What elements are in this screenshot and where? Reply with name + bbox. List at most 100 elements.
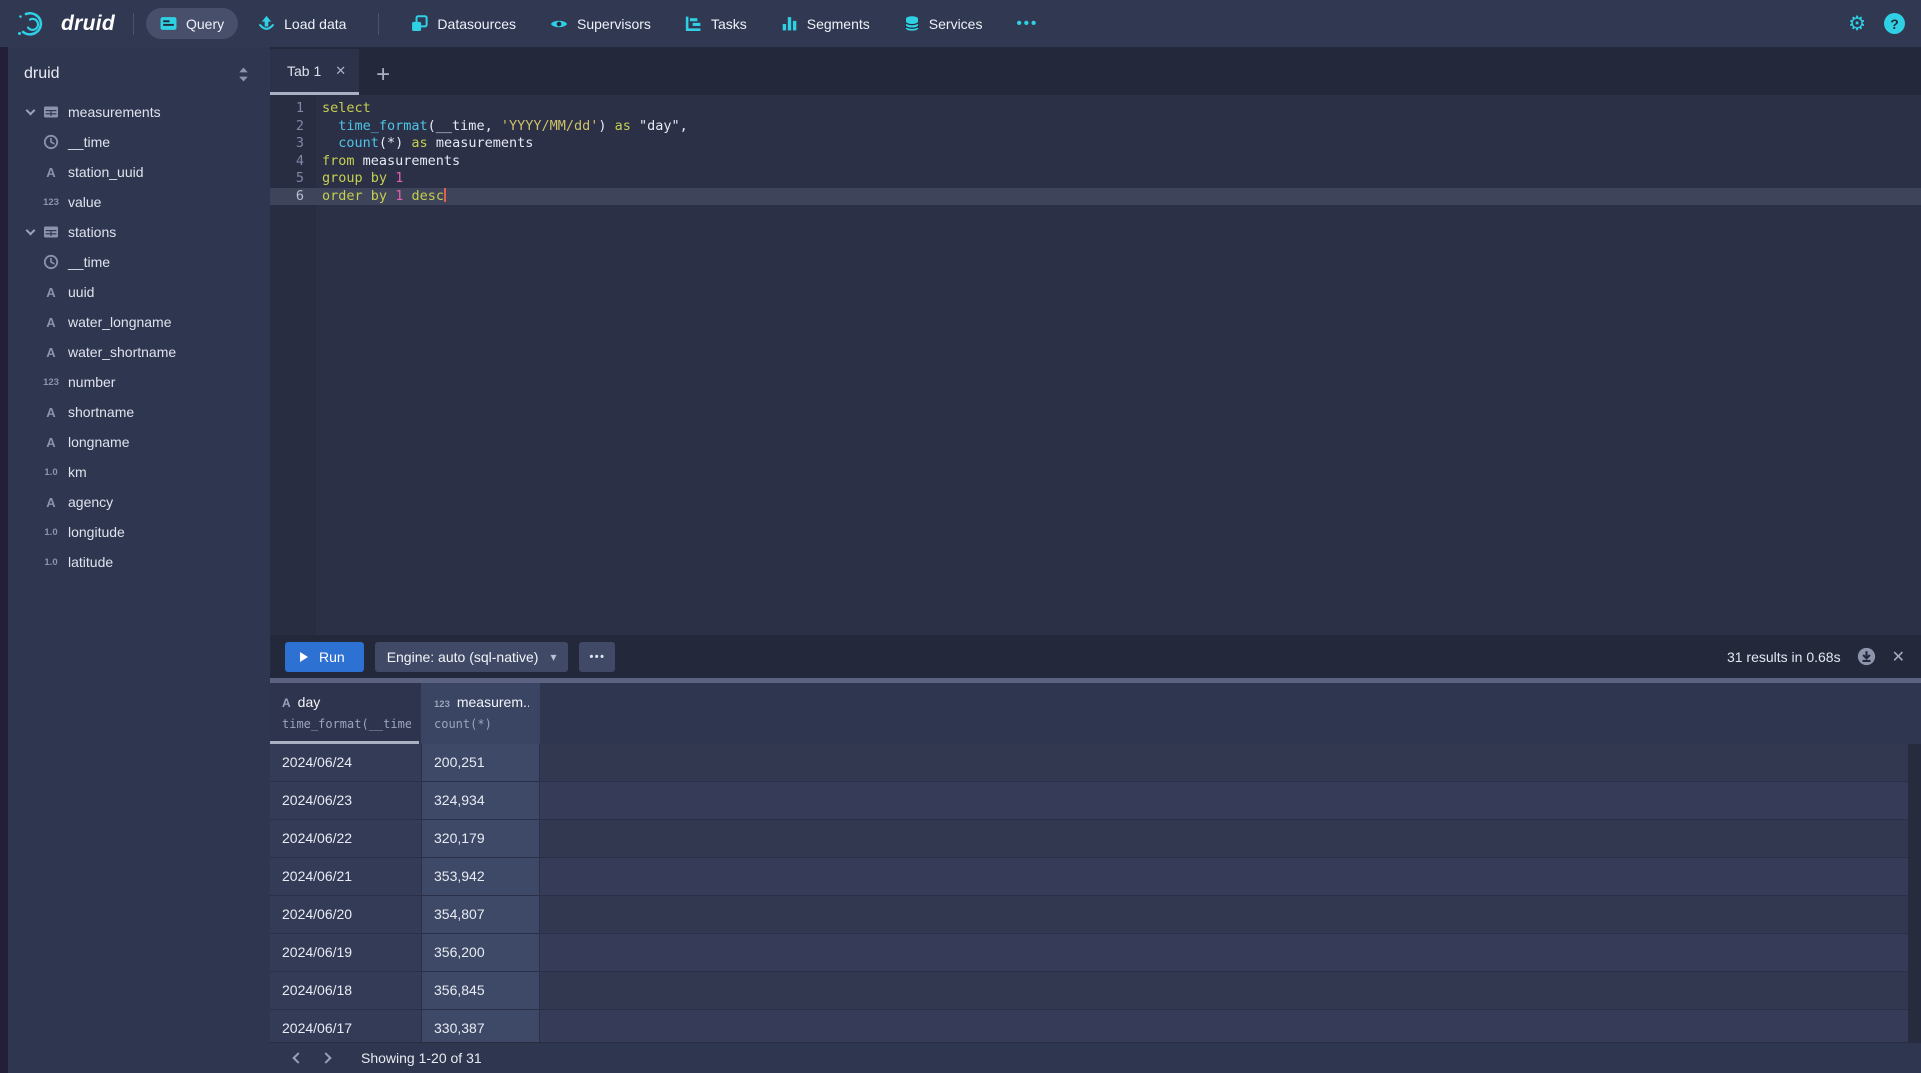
column-name: day — [298, 694, 321, 710]
nav-item-label: Load data — [284, 16, 346, 32]
tree-column-value[interactable]: 123value — [8, 187, 270, 217]
top-navbar: druid Query Load data Datasources Superviso… — [0, 0, 1921, 47]
line-number: 1 — [270, 100, 316, 118]
line-text: group by 1 — [316, 170, 403, 188]
cell-measurements[interactable]: 320,179 — [422, 820, 540, 857]
load-data-icon — [258, 15, 275, 32]
engine-select[interactable]: Engine: auto (sql-native) ▾ — [375, 642, 569, 672]
query-tab[interactable]: Tab 1 ✕ — [270, 49, 359, 95]
nav-menu: Query Load data Datasources Supervisors Task… — [146, 8, 1052, 40]
float-type-icon: 1.0 — [39, 467, 63, 478]
column-header-2[interactable]: 123measurem...count(*) — [422, 683, 540, 744]
download-results-icon[interactable] — [1857, 647, 1876, 666]
druid-logo[interactable]: druid — [16, 10, 115, 38]
nav-item-datasources[interactable]: Datasources — [397, 8, 530, 39]
row-filler — [540, 1010, 1921, 1042]
editor-line-1: 1select — [270, 100, 1921, 118]
results-rows: 2024/06/24200,2512024/06/23324,9342024/0… — [270, 744, 1921, 1042]
string-type-icon: A — [39, 315, 63, 330]
tree-item-label: uuid — [68, 284, 94, 300]
caret-down-icon: ▾ — [550, 650, 556, 664]
run-button[interactable]: Run — [285, 642, 364, 672]
query-workbench: Tab 1 ✕ + 1select2 time_format(__time, '… — [270, 47, 1921, 1073]
cell-measurements[interactable]: 354,807 — [422, 896, 540, 933]
results-scrollbar-track[interactable] — [1908, 744, 1921, 1042]
cell-day[interactable]: 2024/06/20 — [270, 896, 422, 933]
tree-column-number[interactable]: 123number — [8, 367, 270, 397]
cell-measurements[interactable]: 324,934 — [422, 782, 540, 819]
tree-column---time[interactable]: __time — [8, 247, 270, 277]
help-icon[interactable]: ? — [1884, 13, 1905, 34]
close-results-icon[interactable]: ✕ — [1892, 647, 1905, 667]
chevron-down-icon — [21, 110, 39, 114]
cell-measurements[interactable]: 356,845 — [422, 972, 540, 1009]
cell-day[interactable]: 2024/06/22 — [270, 820, 422, 857]
column-header-1[interactable]: Adaytime_format(__time, … — [270, 683, 422, 744]
tree-column---time[interactable]: __time — [8, 127, 270, 157]
settings-gear-icon[interactable]: ⚙ — [1848, 14, 1866, 34]
tree-column-latitude[interactable]: 1.0latitude — [8, 547, 270, 577]
next-page-button[interactable] — [317, 1047, 339, 1069]
logo-text: druid — [61, 12, 115, 36]
play-icon — [300, 652, 308, 662]
float-type-icon: 1.0 — [39, 527, 63, 538]
add-tab-button[interactable]: + — [376, 63, 390, 87]
nav-item-more[interactable]: ••• — [1002, 8, 1052, 39]
column-expression: time_format(__time, … — [282, 717, 411, 731]
tab-close-icon[interactable]: ✕ — [335, 63, 346, 79]
cell-day[interactable]: 2024/06/19 — [270, 934, 422, 971]
column-name: measurem... — [457, 694, 529, 710]
text-cursor — [444, 188, 446, 202]
tree-column-water-longname[interactable]: Awater_longname — [8, 307, 270, 337]
tree-column-longname[interactable]: Alongname — [8, 427, 270, 457]
druid-console: druid Query Load data Datasources Superviso… — [0, 0, 1921, 1073]
tree-column-shortname[interactable]: Ashortname — [8, 397, 270, 427]
tree-table-stations[interactable]: stations — [8, 217, 270, 247]
query-icon — [160, 15, 177, 32]
nav-item-segments[interactable]: Segments — [767, 8, 884, 39]
nav-item-label: Tasks — [711, 16, 747, 32]
nav-item-query[interactable]: Query — [146, 8, 238, 39]
schema-selector[interactable]: druid — [8, 53, 270, 97]
tree-column-km[interactable]: 1.0km — [8, 457, 270, 487]
line-number: 3 — [270, 135, 316, 153]
cell-measurements[interactable]: 353,942 — [422, 858, 540, 895]
tree-item-label: number — [68, 374, 115, 390]
tree-table-measurements[interactable]: measurements — [8, 97, 270, 127]
nav-item-tasks[interactable]: Tasks — [671, 8, 761, 39]
nav-item-load-data[interactable]: Load data — [244, 8, 360, 39]
cell-measurements[interactable]: 330,387 — [422, 1010, 540, 1042]
string-type-icon: A — [39, 405, 63, 420]
cell-day[interactable]: 2024/06/18 — [270, 972, 422, 1009]
table-row: 2024/06/18356,845 — [270, 972, 1921, 1010]
nav-item-services[interactable]: Services — [890, 8, 997, 39]
cell-measurements[interactable]: 356,200 — [422, 934, 540, 971]
tree-column-water-shortname[interactable]: Awater_shortname — [8, 337, 270, 367]
sql-editor[interactable]: 1select2 time_format(__time, 'YYYY/MM/dd… — [270, 95, 1921, 635]
nav-item-supervisors[interactable]: Supervisors — [536, 8, 665, 40]
string-type-icon: A — [39, 435, 63, 450]
run-label: Run — [319, 649, 345, 665]
tree-column-uuid[interactable]: Auuid — [8, 277, 270, 307]
cell-day[interactable]: 2024/06/21 — [270, 858, 422, 895]
nav-item-label: Datasources — [437, 16, 516, 32]
cell-measurements[interactable]: 200,251 — [422, 744, 540, 781]
chevron-right-icon — [320, 1052, 331, 1063]
editor-line-3: 3 count(*) as measurements — [270, 135, 1921, 153]
clock-icon — [39, 134, 63, 150]
tree-column-longitude[interactable]: 1.0longitude — [8, 517, 270, 547]
tree-column-agency[interactable]: Aagency — [8, 487, 270, 517]
tree-item-label: measurements — [68, 104, 161, 120]
tree-column-station-uuid[interactable]: Astation_uuid — [8, 157, 270, 187]
tree-item-label: stations — [68, 224, 116, 240]
string-type-icon: A — [39, 495, 63, 510]
row-filler — [540, 896, 1921, 933]
query-more-button[interactable]: ••• — [579, 642, 615, 672]
cell-day[interactable]: 2024/06/17 — [270, 1010, 422, 1042]
prev-page-button[interactable] — [285, 1047, 307, 1069]
cell-day[interactable]: 2024/06/24 — [270, 744, 422, 781]
cell-day[interactable]: 2024/06/23 — [270, 782, 422, 819]
tree-item-label: water_shortname — [68, 344, 176, 360]
row-filler — [540, 782, 1921, 819]
column-expression: count(*) — [434, 717, 529, 731]
